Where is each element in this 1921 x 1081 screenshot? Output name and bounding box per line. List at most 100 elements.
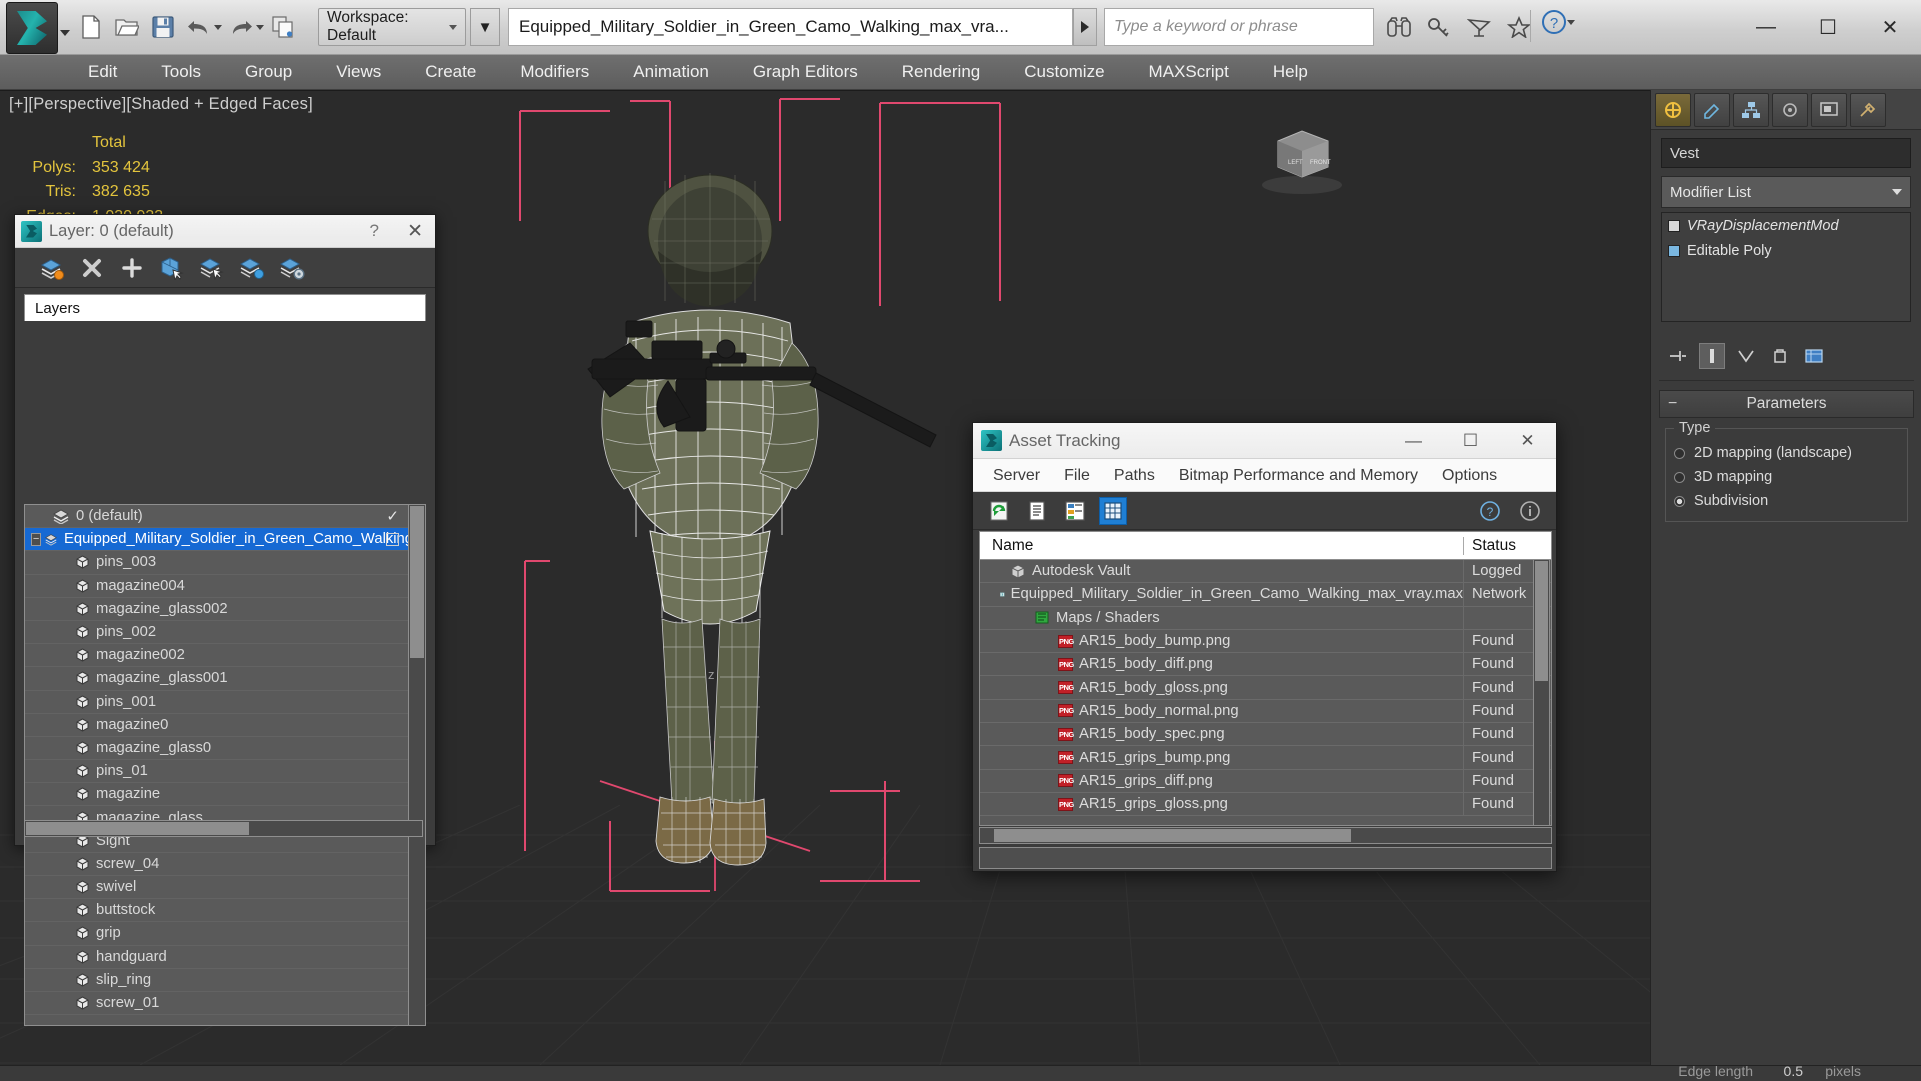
menu-item-edit[interactable]: Edit — [66, 55, 139, 89]
scrollbar-thumb[interactable] — [994, 829, 1351, 842]
object-name-field[interactable]: Vest — [1661, 138, 1911, 168]
undo-dropdown-caret-icon[interactable] — [214, 24, 222, 30]
detail-view-icon[interactable] — [1061, 497, 1089, 525]
search-input[interactable]: Type a keyword or phrase — [1104, 8, 1374, 46]
delete-layer-icon[interactable] — [77, 253, 107, 283]
satellite-dish-icon[interactable] — [1462, 10, 1496, 44]
new-file-icon[interactable] — [74, 9, 108, 45]
asset-horizontal-scrollbar[interactable] — [979, 827, 1552, 844]
asset-row[interactable]: PNG AR15_grips_gloss.png Found — [980, 792, 1551, 817]
remove-modifier-icon[interactable] — [1767, 343, 1793, 369]
menu-item-help[interactable]: Help — [1251, 55, 1330, 89]
undo-icon[interactable] — [182, 9, 216, 45]
modifier-list-dropdown[interactable]: Modifier List — [1661, 176, 1911, 208]
grid-view-icon[interactable] — [1099, 496, 1127, 525]
layer-object-row[interactable]: pins_002 — [25, 621, 413, 645]
asset-menu-file[interactable]: File — [1052, 460, 1102, 491]
asset-row[interactable]: PNG AR15_grips_bump.png Found — [980, 746, 1551, 770]
menu-item-views[interactable]: Views — [314, 55, 403, 89]
project-folder-icon[interactable] — [266, 9, 300, 45]
scrollbar-thumb[interactable] — [1535, 561, 1548, 681]
asset-tracking-dialog[interactable]: Asset Tracking — ☐ ✕ Server File Paths Bitm… — [972, 422, 1557, 872]
viewport-label[interactable]: [+][Perspective][Shaded + Edged Faces] — [9, 95, 313, 114]
layers-column-header[interactable]: Layers — [24, 294, 426, 321]
layer-properties-icon[interactable] — [277, 253, 307, 283]
viewcube[interactable]: LEFT FRONT — [1254, 119, 1350, 197]
show-end-result-icon[interactable] — [1699, 343, 1725, 369]
scrollbar-thumb[interactable] — [26, 822, 249, 835]
edge-length-value[interactable]: 0.5 — [1784, 1063, 1803, 1079]
minimize-button[interactable]: — — [1735, 0, 1797, 55]
menu-item-maxscript[interactable]: MAXScript — [1127, 55, 1251, 89]
modifier-stack-item[interactable]: VRayDisplacementMod — [1662, 213, 1910, 238]
asset-menu-bitmap-performance-and-memory[interactable]: Bitmap Performance and Memory — [1167, 460, 1430, 491]
layer-object-row[interactable]: pins_003 — [25, 551, 413, 575]
configure-modifier-sets-icon[interactable] — [1801, 343, 1827, 369]
parameters-rollout-header[interactable]: − Parameters — [1659, 390, 1914, 418]
asset-row[interactable]: PNG AR15_body_normal.png Found — [980, 699, 1551, 724]
type-option[interactable]: 3D mapping — [1674, 465, 1899, 489]
layer-object-row[interactable]: swivel — [25, 876, 413, 900]
layer-object-row[interactable]: magazine004 — [25, 575, 413, 598]
column-header-name[interactable]: Name — [980, 537, 1463, 555]
save-file-icon[interactable] — [146, 9, 180, 45]
layer-object-row[interactable]: magazine0 — [25, 714, 413, 737]
workspace-selector[interactable]: Workspace: Default — [318, 8, 466, 46]
asset-row[interactable]: 3 Equipped_Military_Soldier_in_Green_Camo… — [980, 583, 1551, 607]
layer-hide-checkbox[interactable] — [386, 532, 399, 546]
menu-item-group[interactable]: Group — [223, 55, 314, 89]
layer-row[interactable]: 0 (default) ✓ — [25, 505, 413, 529]
layers-horizontal-scrollbar[interactable] — [24, 820, 423, 837]
collapse-icon[interactable]: − — [1668, 395, 1677, 413]
layer-dialog[interactable]: Layer: 0 (default) ? ✕ Layers 0 (default… — [14, 214, 436, 1026]
modifier-enable-icon[interactable] — [1668, 219, 1680, 232]
redo-dropdown-caret-icon[interactable] — [256, 24, 264, 30]
layer-object-row[interactable]: magazine_glass001 — [25, 667, 413, 691]
file-name-field[interactable]: Equipped_Military_Soldier_in_Green_Camo_… — [508, 8, 1073, 46]
asset-menu-server[interactable]: Server — [981, 460, 1052, 491]
layer-object-row[interactable]: pins_01 — [25, 760, 413, 784]
layer-object-row[interactable]: pins_001 — [25, 691, 413, 714]
column-header-status[interactable]: Status — [1463, 536, 1551, 555]
pin-stack-icon[interactable] — [1665, 343, 1691, 369]
layer-object-row[interactable]: screw_01 — [25, 992, 413, 1016]
3dsmax-logo[interactable] — [6, 2, 58, 54]
create-tab[interactable] — [1655, 92, 1691, 127]
add-layer-icon[interactable] — [117, 253, 147, 283]
layer-object-row[interactable]: magazine_glass002 — [25, 598, 413, 621]
layer-active-check-icon[interactable]: ✓ — [386, 507, 399, 525]
layer-object-row[interactable]: buttstock — [25, 899, 413, 923]
layer-dialog-help-button[interactable]: ? — [370, 221, 379, 241]
layer-object-row[interactable]: magazine_glass0 — [25, 737, 413, 761]
expand-collapse-icon[interactable]: − — [31, 532, 42, 546]
radio-button[interactable] — [1674, 447, 1685, 459]
type-option[interactable]: 2D mapping (landscape) — [1674, 441, 1899, 465]
highlight-selected-objects-layer-icon[interactable] — [237, 253, 267, 283]
type-option[interactable]: Subdivision — [1674, 489, 1899, 513]
list-view-icon[interactable] — [1023, 497, 1051, 525]
select-objects-in-layer-icon[interactable] — [157, 253, 187, 283]
workspace-dropdown-button[interactable]: ▼ — [470, 8, 500, 46]
menu-item-animation[interactable]: Animation — [611, 55, 731, 89]
motion-tab[interactable] — [1772, 92, 1808, 127]
menu-item-create[interactable]: Create — [403, 55, 498, 89]
asset-row[interactable]: PNG AR15_grips_diff.png Found — [980, 769, 1551, 793]
layer-object-row[interactable]: handguard — [25, 946, 413, 969]
select-highlighted-layer-icon[interactable] — [197, 253, 227, 283]
radio-button[interactable] — [1674, 471, 1685, 483]
asset-row[interactable]: PNG AR15_body_spec.png Found — [980, 723, 1551, 747]
asset-close-button[interactable]: ✕ — [1499, 423, 1556, 459]
layers-vertical-scrollbar[interactable] — [408, 504, 426, 1026]
menu-item-rendering[interactable]: Rendering — [880, 55, 1002, 89]
layer-object-row[interactable]: screw_04 — [25, 853, 413, 876]
modifier-stack-item[interactable]: Editable Poly — [1662, 238, 1910, 263]
close-button[interactable]: ✕ — [1859, 0, 1921, 55]
utilities-tab[interactable] — [1850, 92, 1886, 127]
asset-menu-paths[interactable]: Paths — [1102, 460, 1167, 491]
layer-object-row[interactable]: magazine — [25, 783, 413, 807]
help-icon[interactable]: ? — [1476, 497, 1504, 525]
display-tab[interactable] — [1811, 92, 1847, 127]
asset-row[interactable]: Maps / Shaders — [980, 606, 1551, 630]
help-button[interactable]: ? — [1540, 8, 1575, 36]
layer-object-row[interactable]: slip_ring — [25, 969, 413, 992]
